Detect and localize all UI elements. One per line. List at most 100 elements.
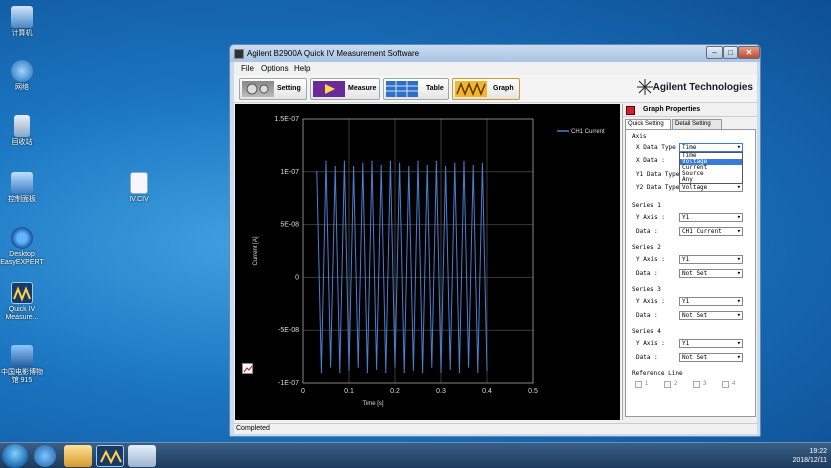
- title-bar[interactable]: Agilent B2900A Quick IV Measurement Soft…: [230, 45, 760, 62]
- data-point: [449, 368, 451, 370]
- data-point: [454, 162, 456, 164]
- desktop-icon-iv-file[interactable]: IV.CIV: [117, 172, 161, 204]
- menu-help[interactable]: Help: [294, 64, 310, 73]
- data-point: [339, 371, 341, 374]
- minimize-button[interactable]: –: [706, 46, 723, 59]
- play-icon: [313, 81, 345, 97]
- x-tick-label: 0.3: [436, 388, 446, 395]
- y-tick-label: -5E-08: [278, 327, 299, 334]
- explorer-icon[interactable]: [64, 445, 92, 467]
- data-point: [357, 366, 359, 368]
- maximize-button[interactable]: □: [723, 46, 738, 59]
- data-point: [481, 162, 483, 164]
- menu-options[interactable]: Options: [261, 64, 289, 73]
- quick-iv-taskbar-icon[interactable]: [96, 445, 124, 467]
- clock-time[interactable]: 19:22: [792, 447, 827, 456]
- data-point: [486, 369, 488, 371]
- data-point: [440, 371, 442, 374]
- data-point: [403, 371, 405, 374]
- series2-data-select[interactable]: Not Set: [679, 269, 743, 278]
- agilent-spark-icon: [637, 79, 653, 95]
- desktop-icon-network[interactable]: 网络: [0, 60, 44, 92]
- tab-detail-setting[interactable]: Detail Setting: [672, 119, 722, 129]
- series1-y-axis-select[interactable]: Y1: [679, 213, 743, 222]
- y-tick-label: -1E-07: [278, 380, 299, 387]
- table-button[interactable]: Table: [383, 78, 449, 100]
- y-tick-label: 5E-08: [280, 222, 299, 229]
- x-data-type-dropdown: Time Voltage Current Source Any: [679, 152, 743, 184]
- app-icon: [234, 49, 244, 59]
- start-button[interactable]: [2, 444, 28, 468]
- series4-data-select[interactable]: Not Set: [679, 353, 743, 362]
- data-point: [325, 160, 327, 162]
- data-point: [343, 160, 345, 162]
- x-tick-label: 0.2: [390, 388, 400, 395]
- client-area: File Options Help Setting Measure Table …: [234, 62, 757, 434]
- setting-button[interactable]: Setting: [239, 78, 307, 100]
- data-point: [394, 366, 396, 368]
- reference-line-2-checkbox[interactable]: [664, 381, 671, 388]
- data-point: [399, 162, 401, 164]
- data-point: [334, 165, 336, 168]
- ie-icon[interactable]: [34, 445, 56, 467]
- data-point: [380, 164, 382, 167]
- desktop-icon-computer[interactable]: 计算机: [0, 6, 44, 38]
- desktop-icon-control-panel[interactable]: 控制面板: [0, 172, 44, 204]
- menu-file[interactable]: File: [241, 64, 254, 73]
- y2-data-type-select[interactable]: Voltage: [679, 183, 743, 192]
- series2-y-axis-select[interactable]: Y1: [679, 255, 743, 264]
- y-tick-label: 1.5E-07: [274, 116, 299, 123]
- y-tick-label: 0: [295, 274, 299, 281]
- data-point: [348, 369, 350, 371]
- graph-button[interactable]: Graph: [452, 78, 520, 100]
- data-point: [353, 165, 355, 168]
- reference-line-3-checkbox[interactable]: [693, 381, 700, 388]
- x-tick-label: 0: [301, 388, 305, 395]
- desktop-icon-easyexpert[interactable]: Desktop EasyEXPERT: [0, 227, 44, 267]
- desktop-icon-folder[interactable]: 中国电影博物馆 915: [0, 345, 44, 385]
- quick-iv-icon: [11, 282, 33, 304]
- graph-panel[interactable]: 0 0.1 0.2 0.3 0.4 0.5 1.5E-07 1E-07 5E-08 0 -5E-08…: [235, 104, 620, 420]
- series4-y-axis-select[interactable]: Y1: [679, 339, 743, 348]
- data-point: [472, 164, 474, 167]
- data-point: [320, 371, 322, 374]
- data-point: [422, 371, 424, 374]
- reference-line-1-checkbox[interactable]: [635, 381, 642, 388]
- folder-icon: [11, 345, 33, 367]
- current-time-chart: 0 0.1 0.2 0.3 0.4 0.5 1.5E-07 1E-07 5E-08 0 -5E-08…: [253, 116, 605, 407]
- series3-data-select[interactable]: Not Set: [679, 311, 743, 320]
- y-axis-label: Current [A]: [253, 236, 259, 265]
- legend-label: CH1 Current: [571, 129, 605, 135]
- toolbar: Setting Measure Table Graph Agilent Tech…: [234, 75, 757, 103]
- series1-data-select[interactable]: CH1 Current: [679, 227, 743, 236]
- close-button[interactable]: ✕: [738, 46, 760, 59]
- tab-quick-setting[interactable]: Quick Setting: [625, 119, 671, 129]
- y-tick-label: 1E-07: [280, 169, 299, 176]
- window-taskbar-icon[interactable]: [128, 445, 156, 467]
- x-data-type-select[interactable]: Time: [679, 143, 743, 152]
- properties-icon: [626, 106, 635, 115]
- properties-tabs: Quick Setting Detail Setting: [625, 119, 756, 129]
- data-point: [376, 368, 378, 370]
- data-point: [316, 171, 318, 173]
- clock-date[interactable]: 2018/12/11: [792, 456, 827, 465]
- data-point: [435, 160, 437, 162]
- graph-icon: [455, 81, 487, 97]
- status-bar: Completed: [234, 423, 757, 434]
- menu-bar: File Options Help: [234, 62, 757, 75]
- reference-line-4-checkbox[interactable]: [722, 381, 729, 388]
- computer-icon: [11, 6, 33, 28]
- measure-button[interactable]: Measure: [310, 78, 380, 100]
- series3-y-axis-select[interactable]: Y1: [679, 297, 743, 306]
- taskbar: 19:22 2018/12/11: [0, 442, 831, 468]
- graph-properties-panel: Graph Properties Quick Setting Detail Se…: [622, 104, 757, 420]
- series-line: [316, 161, 488, 373]
- data-point: [366, 371, 368, 374]
- data-point: [431, 366, 433, 368]
- quick-setting-body: Axis X Data Type : Time X Data : Y1 Data…: [625, 129, 756, 417]
- autoscale-button[interactable]: [242, 363, 253, 374]
- window-title: Agilent B2900A Quick IV Measurement Soft…: [247, 49, 420, 58]
- desktop-icon-recycle-bin[interactable]: 回收站: [0, 115, 44, 147]
- desktop-icon-quick-iv[interactable]: Quick IV Measure...: [0, 282, 44, 322]
- dropdown-option[interactable]: Any: [680, 177, 742, 183]
